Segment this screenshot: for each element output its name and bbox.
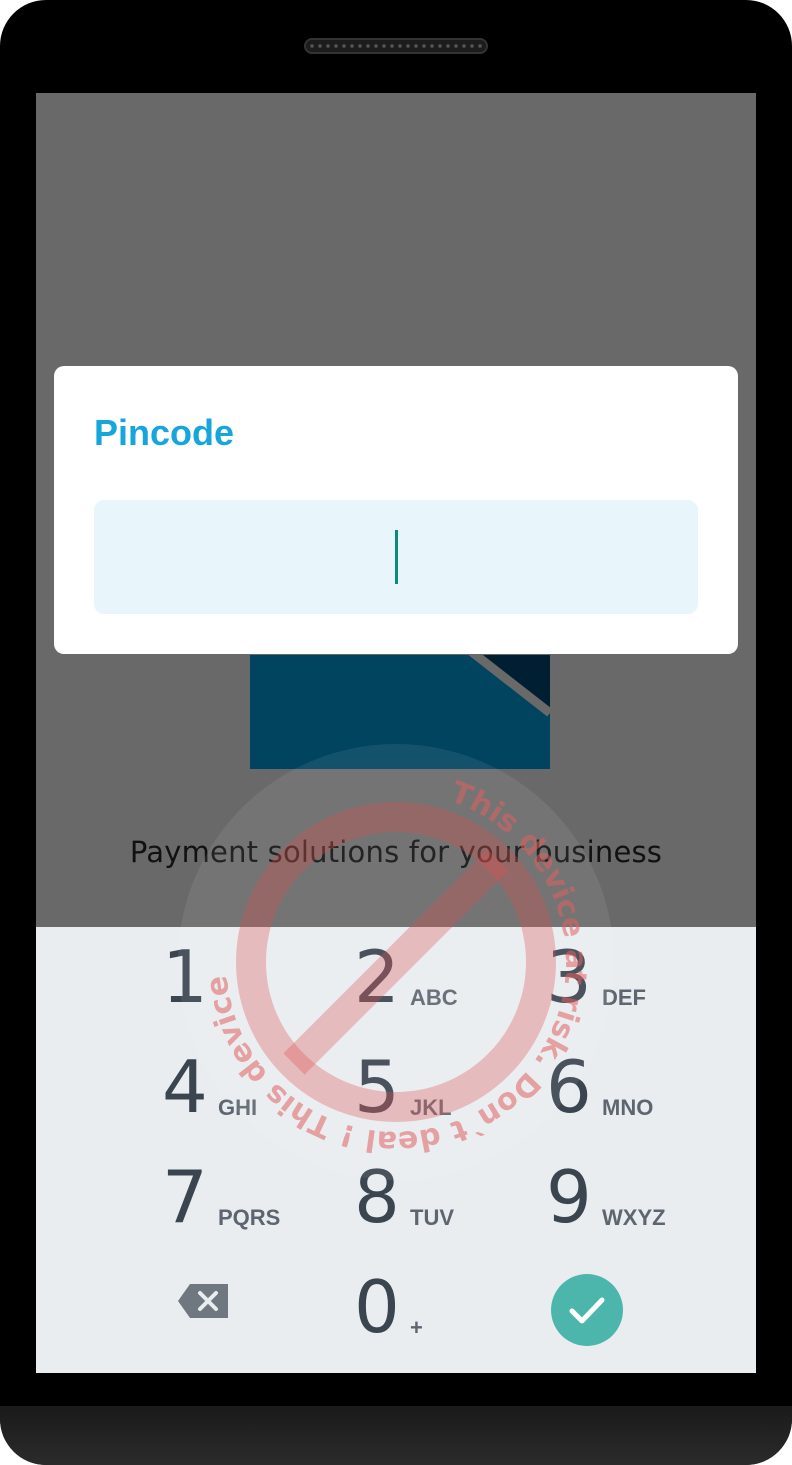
app-tagline: Payment solutions for your business [129, 835, 663, 869]
key-letters: ABC [410, 985, 458, 1010]
key-digit: 1 [162, 935, 208, 1019]
key-3[interactable]: 3 DEF [546, 927, 746, 1027]
key-5[interactable]: 5 JKL [354, 1037, 554, 1137]
checkmark-icon [569, 1297, 605, 1324]
key-8[interactable]: 8 TUV [354, 1147, 554, 1247]
key-letters: JKL [410, 1095, 452, 1120]
key-2[interactable]: 2 ABC [354, 927, 554, 1027]
key-1[interactable]: 1 [162, 927, 362, 1027]
numeric-keypad: 1 2 ABC 3 DEF 4 GHI 5 JKL 6 MNO 7 PQRS 8… [36, 927, 756, 1373]
key-digit: 0 [354, 1265, 400, 1349]
key-digit: 6 [546, 1045, 592, 1129]
key-letters: + [410, 1315, 423, 1340]
key-9[interactable]: 9 WXYZ [546, 1147, 746, 1247]
key-letters: MNO [602, 1095, 654, 1120]
key-digit: 9 [546, 1155, 592, 1239]
key-6[interactable]: 6 MNO [546, 1037, 746, 1137]
key-digit: 3 [546, 935, 592, 1019]
dialog-title: Pincode [94, 412, 235, 453]
screen: Payment solutions for your business Pinc… [36, 93, 756, 1373]
pincode-input[interactable] [94, 500, 698, 614]
key-letters: DEF [602, 985, 646, 1010]
key-letters: WXYZ [602, 1205, 666, 1230]
key-letters: TUV [410, 1205, 454, 1230]
key-0[interactable]: 0 + [354, 1257, 554, 1357]
key-letters: PQRS [218, 1205, 281, 1230]
key-digit: 5 [354, 1045, 400, 1129]
text-cursor [395, 530, 398, 584]
confirm-button[interactable] [551, 1274, 623, 1346]
speaker-grille [304, 38, 488, 54]
backspace-icon[interactable] [178, 1282, 230, 1320]
key-digit: 2 [354, 935, 400, 1019]
key-4[interactable]: 4 GHI [162, 1037, 362, 1137]
key-7[interactable]: 7 PQRS [162, 1147, 362, 1247]
bottom-bezel [0, 1406, 792, 1465]
key-digit: 7 [162, 1155, 208, 1239]
key-digit: 4 [162, 1045, 208, 1129]
pincode-dialog: Pincode [54, 366, 738, 654]
key-digit: 8 [354, 1155, 400, 1239]
key-letters: GHI [218, 1095, 258, 1120]
phone-frame: Payment solutions for your business Pinc… [0, 0, 792, 1465]
